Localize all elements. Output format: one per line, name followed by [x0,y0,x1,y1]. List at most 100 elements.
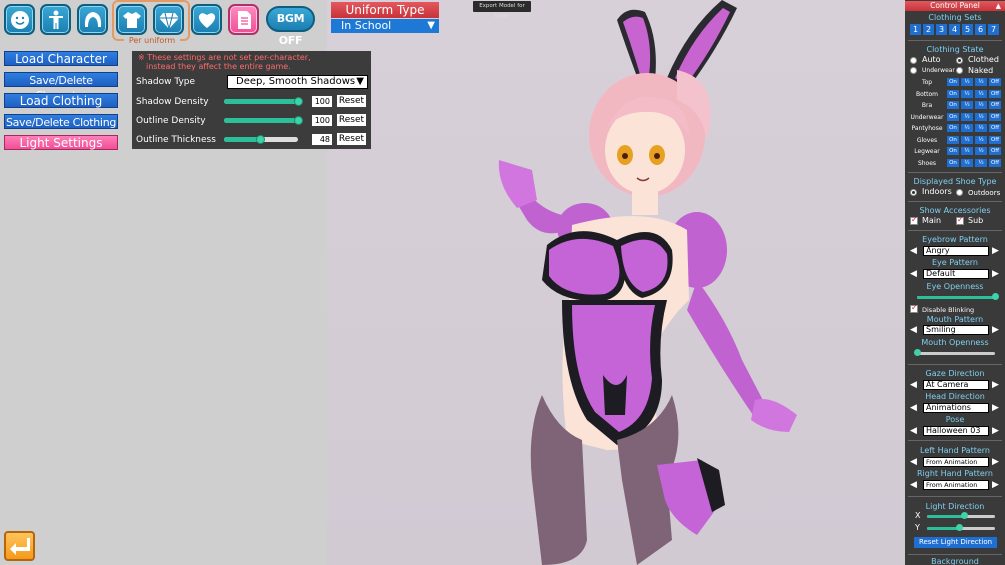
accessories-main-checkbox[interactable] [910,215,918,225]
clothing-state-button[interactable]: On [947,78,959,86]
clothing-state-button[interactable]: ½ [975,124,987,132]
gaze-prev-icon[interactable]: ◀ [910,380,917,390]
clothing-set-button[interactable]: 4 [949,24,960,35]
mouth-openness-slider[interactable] [914,349,995,356]
clothing-state-button[interactable]: ½ [961,147,973,155]
clothing-state-button[interactable]: ½ [975,101,987,109]
face-icon[interactable] [4,4,35,35]
clothing-state-button[interactable]: On [947,124,959,132]
clothing-state-button[interactable]: ½ [961,124,973,132]
clothing-set-button[interactable]: 2 [923,24,934,35]
eye-next-icon[interactable]: ▶ [992,269,999,279]
clothing-set-button[interactable]: 1 [910,24,921,35]
clothing-icon[interactable] [116,4,147,35]
slider-handle[interactable] [961,512,969,519]
save-delete-clothing-button[interactable]: Save/Delete Clothing [4,114,118,129]
state-clothed-radio[interactable] [956,57,963,64]
right-hand-prev-icon[interactable]: ◀ [910,480,917,490]
accessory-icon[interactable] [153,4,184,35]
clothing-state-button[interactable]: On [947,89,959,98]
slider-handle[interactable] [255,135,265,144]
eyebrow-prev-icon[interactable]: ◀ [910,246,917,256]
slider-handle[interactable] [914,349,921,356]
outline-thickness-reset-button[interactable]: Reset [337,133,366,145]
light-y-slider[interactable] [927,524,995,531]
clothing-state-button[interactable]: On [947,112,959,121]
clothing-state-button[interactable]: ½ [961,89,973,98]
clothing-state-button[interactable]: Off [989,112,1001,121]
state-auto-radio[interactable] [910,57,917,64]
clothing-state-button[interactable]: ½ [961,158,973,167]
eye-openness-slider[interactable] [917,293,999,300]
slider-handle[interactable] [294,97,303,106]
head-prev-icon[interactable]: ◀ [910,403,917,413]
clothing-set-button[interactable]: 3 [936,24,947,35]
shoe-indoors-radio[interactable] [910,189,917,196]
gaze-next-icon[interactable]: ▶ [992,380,999,390]
shadow-density-value[interactable]: 100 [312,96,332,107]
clothing-state-button[interactable]: Off [989,158,1001,167]
clothing-state-button[interactable]: On [947,158,959,167]
pose-prev-icon[interactable]: ◀ [910,426,917,436]
clothing-state-button[interactable]: On [947,101,959,109]
clothing-state-button[interactable]: Off [989,78,1001,86]
clothing-state-button[interactable]: Off [989,135,1001,144]
shadow-type-select[interactable]: Deep, Smooth Shadows ▼ [227,75,368,89]
light-settings-button[interactable]: Light Settings [4,135,118,150]
clothing-state-button[interactable]: On [947,147,959,155]
clothing-state-button[interactable]: ½ [975,158,987,167]
clothing-state-button[interactable]: Off [989,89,1001,98]
body-icon[interactable] [40,4,71,35]
clothing-state-button[interactable]: Off [989,101,1001,109]
export-model-button[interactable]: Export Model for KKBP [473,1,531,20]
slider-handle[interactable] [955,524,963,531]
state-naked-radio[interactable] [956,67,963,74]
left-hand-next-icon[interactable]: ▶ [992,457,999,467]
heart-icon[interactable] [191,4,222,35]
outline-thickness-value[interactable]: 48 [312,134,332,145]
bgm-toggle-button[interactable]: BGM OFF [266,6,315,47]
state-underwear-radio[interactable] [910,67,917,74]
character-viewport[interactable] [327,0,905,565]
clothing-state-button[interactable]: ½ [961,135,973,144]
hair-icon[interactable] [77,4,108,35]
head-next-icon[interactable]: ▶ [992,403,999,413]
eyebrow-next-icon[interactable]: ▶ [992,246,999,256]
clothing-set-button[interactable]: 6 [975,24,986,35]
shadow-density-reset-button[interactable]: Reset [337,95,366,107]
save-delete-character-button[interactable]: Save/Delete Character [4,72,118,102]
clothing-state-button[interactable]: Off [989,147,1001,155]
shadow-density-slider[interactable] [224,97,303,106]
back-button[interactable] [4,531,35,561]
clothing-state-button[interactable]: ½ [975,135,987,144]
profile-icon[interactable] [228,4,259,35]
mouth-next-icon[interactable]: ▶ [992,325,999,335]
clothing-state-button[interactable]: ½ [975,112,987,121]
clothing-state-button[interactable]: ½ [961,112,973,121]
outline-thickness-slider[interactable] [224,135,298,144]
accessories-sub-checkbox[interactable] [956,215,964,225]
outline-density-value[interactable]: 100 [312,115,332,126]
clothing-state-button[interactable]: Off [989,124,1001,132]
outline-density-reset-button[interactable]: Reset [337,114,366,126]
slider-handle[interactable] [294,116,303,125]
eye-prev-icon[interactable]: ◀ [910,269,917,279]
collapse-triangle-icon[interactable]: ▲ [996,1,1001,11]
control-panel-title[interactable]: Control Panel ▲ [905,1,1005,11]
shoe-outdoors-radio[interactable] [956,189,963,196]
load-clothing-button[interactable]: Load Clothing [4,93,118,108]
clothing-set-button[interactable]: 7 [988,24,999,35]
right-hand-next-icon[interactable]: ▶ [992,480,999,490]
clothing-state-button[interactable]: On [947,135,959,144]
uniform-type-select[interactable]: In School ▼ [331,19,439,33]
clothing-state-button[interactable]: ½ [975,89,987,98]
disable-blinking-checkbox[interactable] [910,303,918,313]
clothing-state-button[interactable]: ½ [975,147,987,155]
clothing-state-button[interactable]: ½ [961,101,973,109]
light-x-slider[interactable] [927,512,995,519]
clothing-set-button[interactable]: 5 [962,24,973,35]
reset-light-direction-button[interactable]: Reset Light Direction [914,537,997,548]
slider-handle[interactable] [992,293,999,300]
mouth-prev-icon[interactable]: ◀ [910,325,917,335]
load-character-button[interactable]: Load Character [4,51,118,66]
